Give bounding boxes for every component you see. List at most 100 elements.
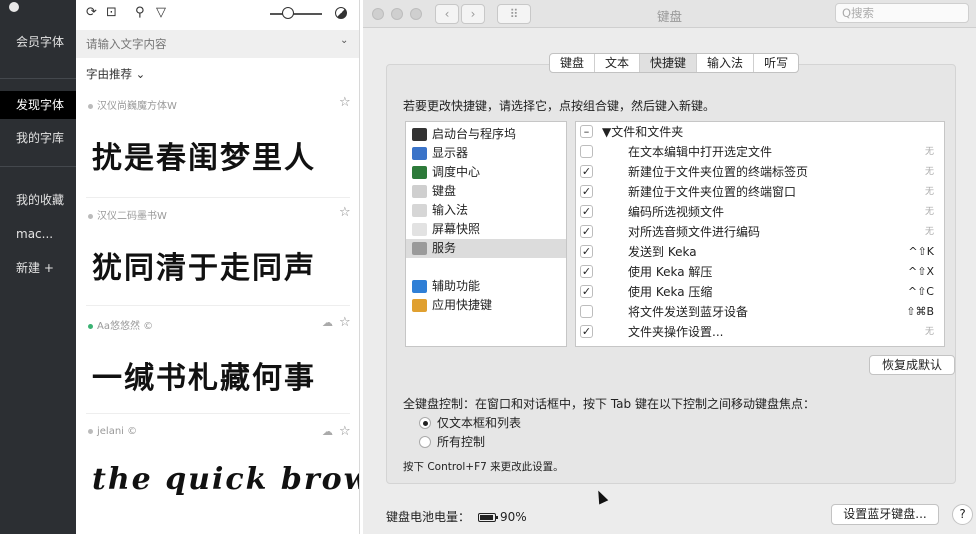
sidebar-item-discover[interactable]: 发现字体	[0, 91, 76, 119]
tab-shortcuts[interactable]: 快捷键	[640, 54, 698, 72]
shortcut-key[interactable]: 无	[925, 222, 934, 242]
shortcut-checkbox[interactable]: ✓	[580, 285, 593, 298]
shortcut-key[interactable]: ^⇧X	[908, 262, 934, 282]
window-dot-icon[interactable]	[9, 2, 19, 12]
import-icon[interactable]: ⊡	[106, 5, 117, 20]
shortcut-label: 发送到 Keka	[628, 245, 697, 259]
battery-value: 90%	[500, 510, 527, 524]
size-slider-track[interactable]	[270, 13, 322, 15]
restore-defaults-button[interactable]: 恢复成默认	[869, 355, 955, 375]
shortcut-row[interactable]: ✓ 新建位于文件夹位置的终端标签页 无	[576, 162, 944, 182]
category-item[interactable]: 输入法	[406, 201, 566, 220]
star-icon[interactable]: ☆	[339, 95, 351, 110]
sidebar-item-favorites[interactable]: 我的收藏	[0, 186, 76, 214]
shortcut-key[interactable]: 无	[925, 142, 934, 162]
shortcut-checkbox[interactable]: ✓	[580, 205, 593, 218]
search-icon[interactable]: ⚲	[135, 5, 145, 20]
prefs-search-input[interactable]: Q搜索	[835, 3, 969, 23]
status-dot-icon	[88, 213, 93, 219]
shortcuts-content-area: 若要更改快捷键，请选择它，点按组合键，然后键入新键。 启动台与程序坞 显示器 调度中…	[386, 64, 956, 484]
size-slider-knob[interactable]	[282, 7, 294, 19]
shortcut-label: 对所选音频文件进行编码	[628, 225, 761, 239]
shortcut-row[interactable]: 将文件发送到蓝牙设备 ⇧⌘B	[576, 302, 944, 322]
shortcut-row[interactable]: ✓ 编码所选视频文件 无	[576, 202, 944, 222]
mouse-cursor-icon	[593, 488, 609, 505]
sidebar-item-member-fonts[interactable]: 会员字体	[0, 28, 76, 56]
shortcut-checkbox[interactable]	[580, 145, 593, 158]
tab-dictation[interactable]: 听写	[754, 54, 798, 72]
shortcut-key[interactable]: ^⇧C	[908, 282, 934, 302]
radio-text-and-lists[interactable]: 仅文本框和列表	[419, 415, 521, 431]
shortcut-key[interactable]: 无	[925, 322, 934, 342]
font-name-text: Aa悠悠然	[97, 321, 140, 332]
shortcut-checkbox[interactable]: ✓	[580, 245, 593, 258]
keyboard-preferences-window: ‹ › ⠿ 键盘 Q搜索 若要更改快捷键，请选择它，点按组合键，然后键入新键。 …	[363, 0, 976, 534]
star-icon[interactable]: ☆	[339, 205, 351, 220]
chevron-down-icon[interactable]: ⌄	[340, 35, 348, 46]
sidebar-item-my-library[interactable]: 我的字库	[0, 124, 76, 152]
shortcut-key[interactable]: ^⇧K	[908, 242, 934, 262]
contrast-icon[interactable]	[335, 7, 347, 19]
radio-unselected-icon[interactable]	[419, 436, 431, 448]
category-item[interactable]: 辅助功能	[406, 277, 566, 296]
refresh-icon[interactable]: ⟳	[86, 5, 97, 20]
category-item[interactable]: 调度中心	[406, 163, 566, 182]
star-icon[interactable]: ☆	[339, 315, 351, 330]
filter-icon[interactable]: ▽	[156, 5, 166, 20]
launchpad-icon	[412, 128, 427, 141]
category-item[interactable]: 显示器	[406, 144, 566, 163]
shortcut-checkbox[interactable]: –	[580, 125, 593, 138]
mission-control-icon	[412, 166, 427, 179]
control-f7-hint: 按下 Control+F7 来更改此设置。	[403, 461, 564, 473]
shortcut-checkbox[interactable]: ✓	[580, 185, 593, 198]
card-divider	[86, 305, 350, 306]
shortcut-checkbox[interactable]	[580, 305, 593, 318]
category-item[interactable]: 应用快捷键	[406, 296, 566, 315]
shortcut-key[interactable]: 无	[925, 162, 934, 182]
shortcut-key[interactable]: ⇧⌘B	[906, 302, 934, 322]
tab-text[interactable]: 文本	[595, 54, 641, 72]
category-label: 服务	[432, 241, 457, 255]
preferences-tabs: 键盘 文本 快捷键 输入法 听写	[549, 53, 800, 73]
category-item[interactable]: 屏幕快照	[406, 220, 566, 239]
shortcut-group-row[interactable]: – ▼文件和文件夹	[576, 122, 944, 142]
app-sidebar: 会员字体 发现字体 我的字库 我的收藏 mac... 新建 +	[0, 0, 76, 534]
accessibility-icon	[412, 280, 427, 293]
battery-level: 键盘电池电量： 90%	[386, 508, 527, 525]
cloud-icon[interactable]: ☁	[322, 425, 333, 438]
shortcut-row[interactable]: ✓ 使用 Keka 解压 ^⇧X	[576, 262, 944, 282]
recommend-dropdown[interactable]: 字由推荐 ⌄	[86, 66, 145, 82]
shortcut-checkbox[interactable]: ✓	[580, 325, 593, 338]
shortcut-row[interactable]: ✓ 发送到 Keka ^⇧K	[576, 242, 944, 262]
sidebar-item-new[interactable]: 新建 +	[0, 254, 76, 282]
tab-input-sources[interactable]: 输入法	[697, 54, 755, 72]
copyright-icon: ©	[127, 426, 138, 437]
star-icon[interactable]: ☆	[339, 424, 351, 439]
shortcut-row[interactable]: 在文本编辑中打开选定文件 无	[576, 142, 944, 162]
shortcut-key[interactable]: 无	[925, 182, 934, 202]
shortcut-row[interactable]: ✓ 对所选音频文件进行编码 无	[576, 222, 944, 242]
tab-keyboard[interactable]: 键盘	[550, 54, 596, 72]
setup-bluetooth-keyboard-button[interactable]: 设置蓝牙键盘...	[831, 504, 939, 525]
shortcut-row[interactable]: ✓ 新建位于文件夹位置的终端窗口 无	[576, 182, 944, 202]
radio-selected-icon[interactable]	[419, 417, 431, 429]
shortcut-label: 新建位于文件夹位置的终端标签页	[628, 165, 809, 179]
shortcut-row[interactable]: ✓ 文件夹操作设置... 无	[576, 322, 944, 342]
font-name: Aa悠悠然 ©	[88, 317, 153, 332]
preview-text-input[interactable]	[86, 35, 326, 53]
radio-all-controls[interactable]: 所有控制	[419, 434, 485, 450]
category-item[interactable]: 启动台与程序坞	[406, 125, 566, 144]
category-item[interactable]: 键盘	[406, 182, 566, 201]
sidebar-item-mac[interactable]: mac...	[0, 220, 76, 248]
category-item[interactable]: 服务	[406, 239, 566, 258]
category-item[interactable]	[406, 258, 566, 277]
copyright-icon: ©	[143, 321, 154, 332]
window-titlebar: ‹ › ⠿ 键盘 Q搜索	[363, 0, 976, 28]
help-button[interactable]: ?	[952, 504, 973, 525]
shortcut-checkbox[interactable]: ✓	[580, 165, 593, 178]
shortcut-checkbox[interactable]: ✓	[580, 265, 593, 278]
shortcut-key[interactable]: 无	[925, 202, 934, 222]
cloud-icon[interactable]: ☁	[322, 316, 333, 329]
shortcut-checkbox[interactable]: ✓	[580, 225, 593, 238]
shortcut-row[interactable]: ✓ 使用 Keka 压缩 ^⇧C	[576, 282, 944, 302]
